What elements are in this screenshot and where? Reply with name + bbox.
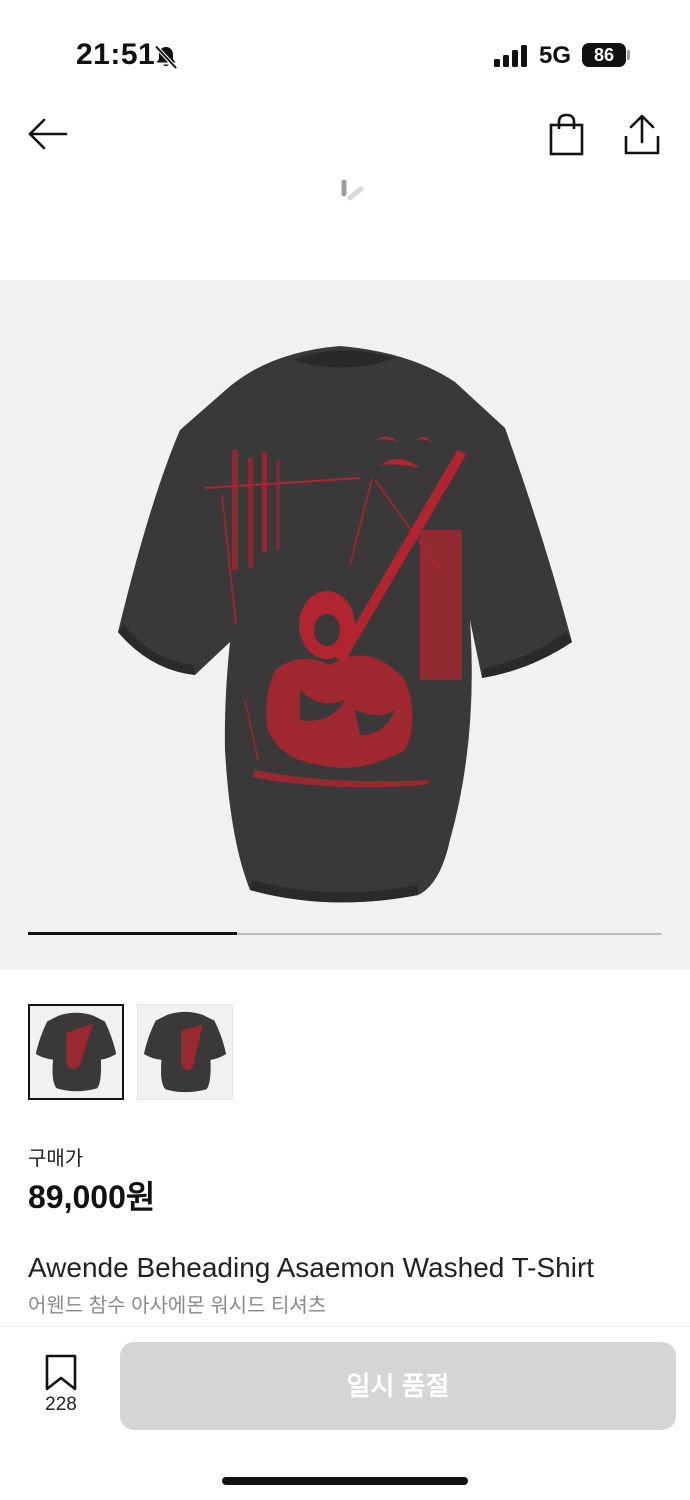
bookmark-button[interactable]: 228: [30, 1352, 92, 1418]
tshirt-back-image: [118, 346, 572, 903]
signal-icon: [494, 45, 527, 67]
bottom-divider: [0, 1326, 690, 1327]
bookmark-count: 228: [45, 1394, 77, 1415]
image-progress-track: [28, 932, 662, 935]
product-name-english: Awende Beheading Asaemon Washed T-Shirt: [28, 1252, 595, 1283]
product-image[interactable]: [0, 280, 690, 970]
back-arrow-icon[interactable]: [24, 110, 74, 160]
product-name-korean: 어웬드 참수 아사에몬 워시드 티셔츠: [28, 1295, 327, 1317]
status-time: 21:51: [76, 38, 156, 71]
battery-level: 86: [593, 45, 615, 65]
share-icon[interactable]: [620, 112, 664, 158]
status-bar: 21:51 5G 86: [0, 0, 690, 110]
thumbnail-1[interactable]: [28, 1004, 124, 1100]
home-indicator: [222, 1477, 468, 1485]
bookmark-icon: [45, 1354, 77, 1391]
thumbnail-tshirt-image: [35, 1012, 117, 1092]
network-label: 5G: [539, 42, 572, 69]
price-label: 구매가: [28, 1148, 84, 1170]
battery-tip: [627, 50, 630, 60]
thumbnail-tshirt-image: [143, 1011, 227, 1093]
image-progress-fill: [28, 932, 238, 935]
bell-slash-icon: [154, 45, 178, 70]
sold-out-button[interactable]: 일시 품절: [120, 1342, 676, 1430]
price-value: 89,000원: [28, 1179, 156, 1215]
loading-spinner-icon: [341, 179, 364, 201]
thumbnail-2[interactable]: [137, 1004, 233, 1100]
shopping-bag-icon[interactable]: [546, 112, 588, 158]
battery-icon: 86: [582, 43, 626, 67]
